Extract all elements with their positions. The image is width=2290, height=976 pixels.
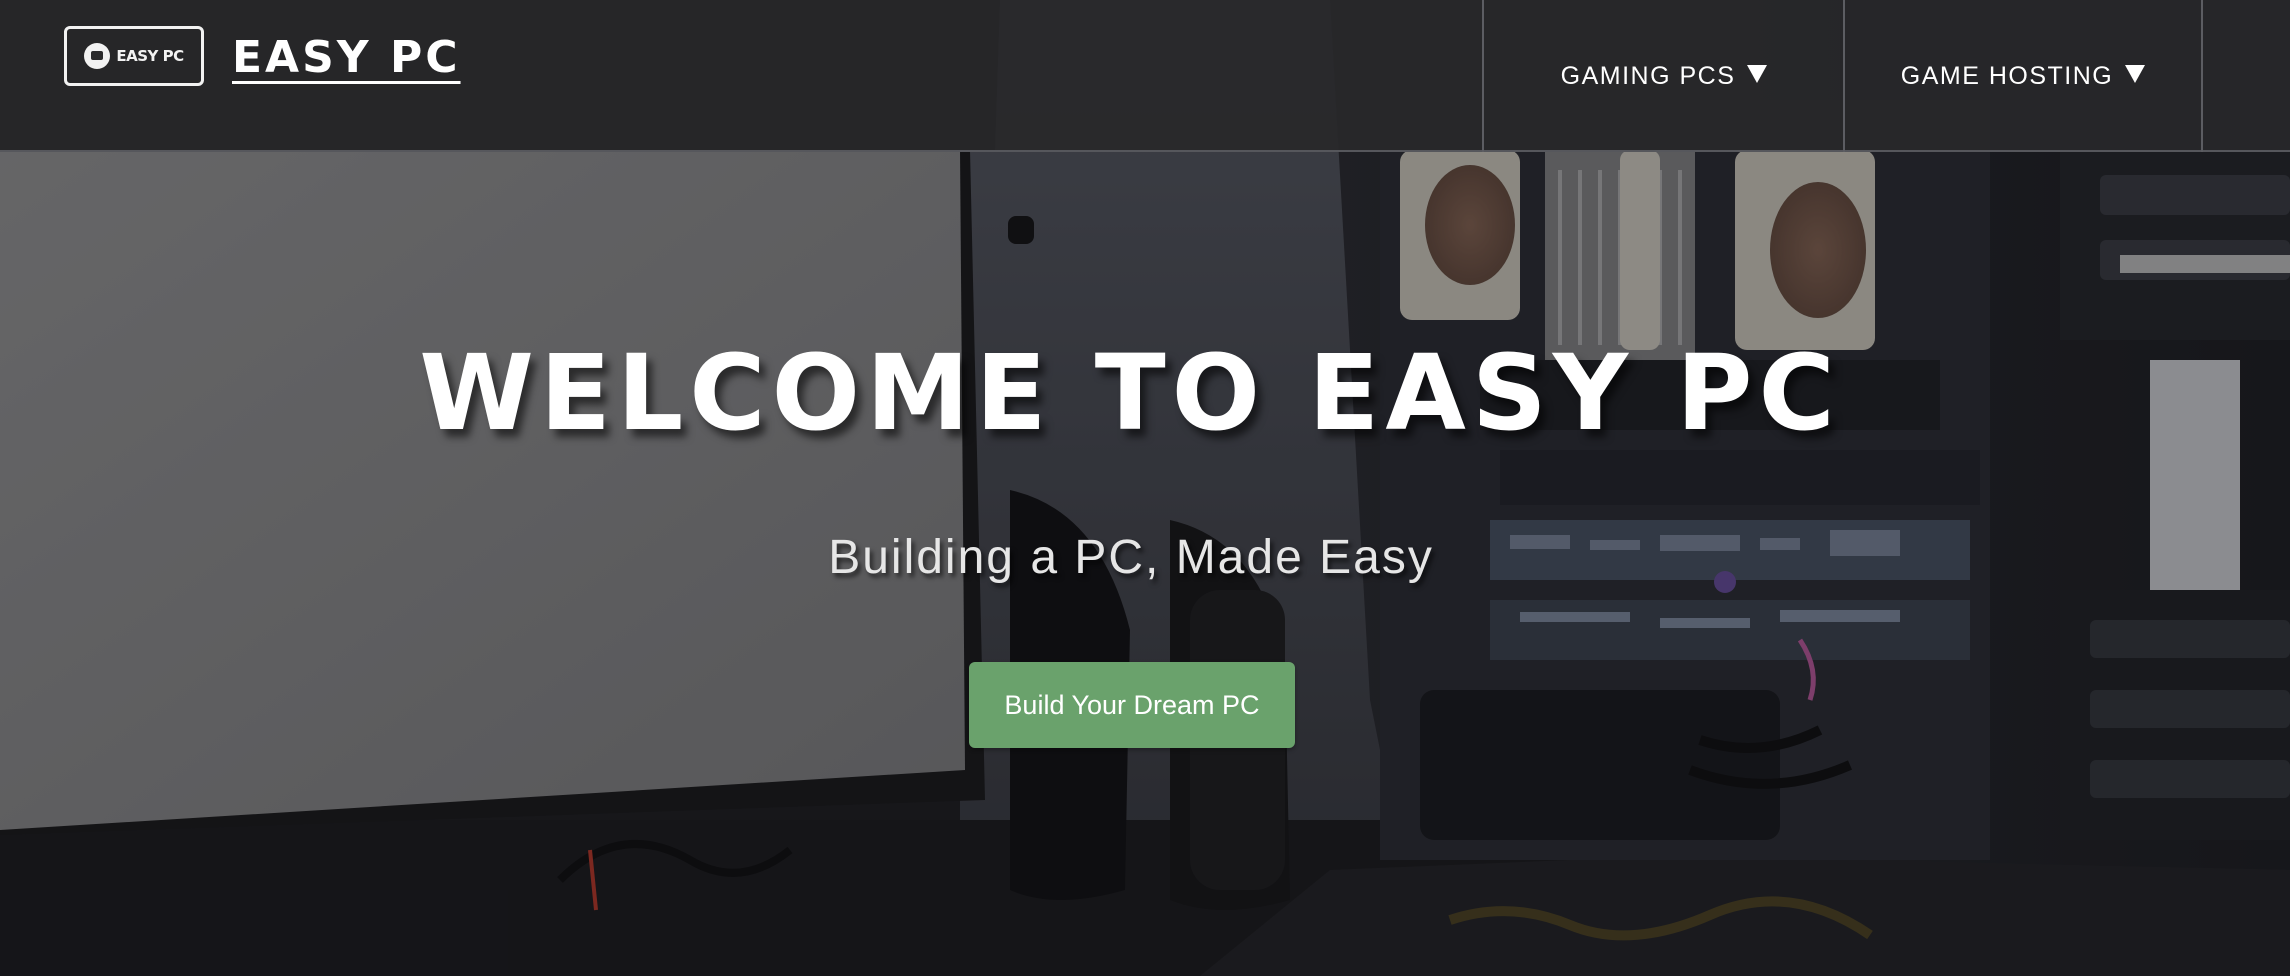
logo[interactable]: EASY PC: [64, 26, 204, 86]
logo-icon: [84, 43, 111, 69]
navbar: EASY PC EASY PC GAMING PCS GAME HOSTING: [0, 0, 2290, 152]
nav-item-gaming-pcs[interactable]: GAMING PCS: [1482, 0, 1844, 152]
nav-item-label: GAMING PCS: [1560, 61, 1736, 90]
build-dream-pc-button[interactable]: Build Your Dream PC: [969, 662, 1295, 748]
nav-item-label: GAME HOSTING: [1900, 61, 2114, 90]
hero-subtitle: Building a PC, Made Easy: [828, 531, 1434, 584]
hero-title: WELCOME TO EASY PC: [419, 332, 1841, 454]
logo-text: EASY PC: [116, 47, 184, 65]
caret-down-icon: [1747, 65, 1768, 83]
brand-name-link[interactable]: EASY PC: [232, 32, 461, 83]
nav-item-game-hosting[interactable]: GAME HOSTING: [1843, 0, 2203, 152]
caret-down-icon: [2125, 65, 2146, 83]
